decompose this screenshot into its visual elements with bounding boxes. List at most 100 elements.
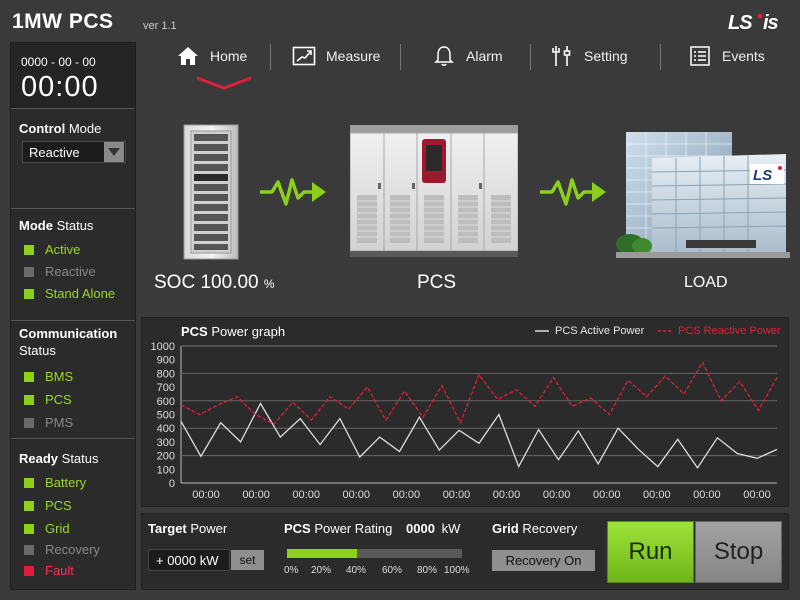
recovery-on-button[interactable]: Recovery On	[492, 550, 595, 571]
rating-tick: 80%	[417, 565, 438, 576]
status-ready-battery: Battery	[24, 475, 86, 490]
chart-y-tick-label: 0	[169, 478, 175, 490]
nav-setting[interactable]: Setting	[550, 38, 628, 74]
control-mode-heading: Control Mode	[19, 121, 102, 136]
status-led	[24, 544, 34, 555]
nav-divider	[660, 44, 661, 70]
chart-y-tick-label: 100	[157, 464, 175, 476]
nav-events-label: Events	[722, 48, 765, 64]
chart-x-tick-label: 00:00	[393, 489, 421, 501]
status-comm-pcs: PCS	[24, 392, 72, 407]
chart-x-tick-label: 00:00	[292, 489, 320, 501]
status-ready-pcs: PCS	[24, 498, 72, 513]
chart-x-tick-label: 00:00	[543, 489, 571, 501]
chart-x-tick-label: 00:00	[192, 489, 220, 501]
stop-button[interactable]: Stop	[695, 521, 782, 583]
series-active-power-line	[180, 402, 778, 470]
app-title: 1MW PCS	[12, 10, 114, 33]
chart-x-tick-label: 00:00	[693, 489, 721, 501]
status-led	[24, 500, 34, 511]
nav-divider	[530, 44, 531, 70]
nav-events[interactable]: Events	[688, 38, 765, 74]
rating-tick: 0%	[284, 565, 299, 576]
status-led	[24, 565, 34, 576]
target-power-heading: Target Power	[148, 521, 228, 536]
series-reactive-power-line	[180, 361, 778, 425]
power-rating-bar	[287, 549, 462, 558]
chart-y-tick-label: 900	[157, 355, 175, 367]
soc-readout: SOC 100.00 %	[154, 272, 275, 293]
nav-active-indicator	[197, 76, 251, 90]
home-icon	[176, 44, 200, 68]
status-led	[24, 394, 34, 405]
status-ready-fault: Fault	[24, 563, 74, 578]
chart-y-tick-label: 500	[157, 410, 175, 422]
chart-y-tick-label: 400	[157, 423, 175, 435]
rating-tick: 60%	[382, 565, 403, 576]
ready-status-section: Ready Status Battery PCS Grid Recovery F…	[11, 439, 135, 589]
power-rating-value: 0000	[406, 521, 435, 536]
status-led	[24, 288, 34, 299]
flow-arrow-icon	[540, 178, 606, 206]
mode-status-heading: Mode Status	[19, 218, 94, 233]
brand-logo: LS is	[728, 12, 788, 38]
chevron-down-icon[interactable]	[104, 142, 124, 162]
chart-x-tick-label: 00:00	[343, 489, 371, 501]
load-building-sign: LS	[753, 167, 772, 184]
clock-panel: 0000 - 00 - 00 00:00	[11, 43, 135, 109]
chart-x-tick-label: 00:00	[443, 489, 471, 501]
main-nav: Home Measure Alarm Setting Events	[140, 38, 800, 78]
clock-date: 0000 - 00 - 00	[21, 55, 96, 69]
chart-x-tick-label: 00:00	[593, 489, 621, 501]
grid-recovery-heading: Grid Recovery	[492, 521, 578, 536]
status-comm-bms: BMS	[24, 369, 73, 384]
status-ready-grid: Grid	[24, 521, 70, 536]
target-power-set-button[interactable]: set	[231, 550, 264, 570]
chart-y-tick-label: 300	[157, 437, 175, 449]
legend-active-swatch	[535, 330, 549, 332]
status-led	[24, 244, 34, 255]
chart-y-tick-label: 200	[157, 451, 175, 463]
target-power-input[interactable]: + 0000 kW	[148, 549, 230, 571]
nav-measure[interactable]: Measure	[292, 38, 380, 74]
sidebar: 0000 - 00 - 00 00:00 Control Mode Reacti…	[10, 42, 136, 590]
nav-alarm[interactable]: Alarm	[432, 38, 503, 74]
nav-home[interactable]: Home	[176, 38, 247, 74]
battery-rack-image	[183, 124, 239, 260]
status-led	[24, 417, 34, 428]
nav-home-label: Home	[210, 48, 248, 64]
load-building-image: LS	[616, 132, 790, 258]
chart-y-tick-label: 1000	[151, 341, 175, 353]
load-label: LOAD	[684, 274, 728, 291]
status-led	[24, 477, 34, 488]
chart-x-tick-label: 00:00	[743, 489, 771, 501]
ready-status-heading: Ready Status	[19, 451, 99, 466]
status-led	[24, 523, 34, 534]
status-comm-pms: PMS	[24, 415, 73, 430]
control-mode-value: Reactive	[29, 144, 80, 160]
mode-status-section: Mode Status Active Reactive Stand Alone	[11, 209, 135, 321]
nav-divider	[270, 44, 271, 70]
status-ready-recovery: Recovery	[24, 542, 100, 557]
chart-x-tick-label: 00:00	[493, 489, 521, 501]
status-mode-stand-alone: Stand Alone	[24, 286, 115, 301]
measure-icon	[292, 44, 316, 68]
clock-time: 00:00	[21, 71, 99, 103]
chart-x-tick-label: 00:00	[242, 489, 270, 501]
run-button[interactable]: Run	[607, 521, 694, 583]
chart-x-tick-label: 00:00	[643, 489, 671, 501]
soc-value: 100.00	[200, 272, 259, 293]
power-rating-bar-fill	[287, 549, 357, 558]
power-rating-heading: PCS Power Rating 0000 kW	[284, 521, 461, 536]
status-mode-active: Active	[24, 242, 80, 257]
app-version: ver 1.1	[143, 20, 177, 32]
power-rating-unit: kW	[441, 521, 461, 536]
status-mode-reactive: Reactive	[24, 264, 96, 279]
tools-icon	[550, 44, 574, 68]
control-mode-select[interactable]: Reactive	[22, 141, 126, 163]
chart-y-tick-label: 700	[157, 382, 175, 394]
nav-setting-label: Setting	[584, 48, 628, 64]
communication-status-heading: Communication Status	[19, 326, 118, 358]
communication-status-section: Communication Status BMS PCS PMS	[11, 321, 135, 439]
status-led	[24, 371, 34, 382]
